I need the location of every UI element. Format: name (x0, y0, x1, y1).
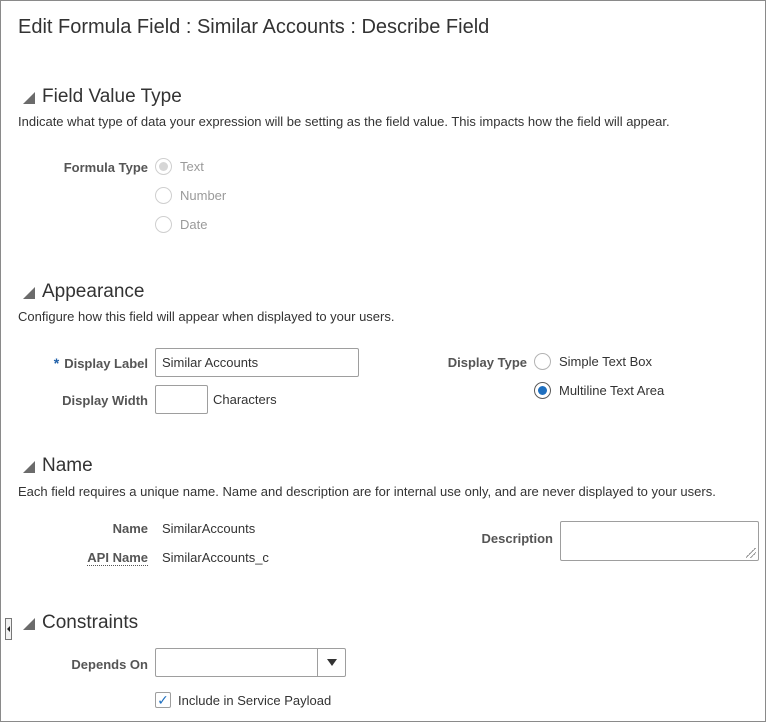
formula-type-option-text[interactable]: Text (155, 158, 204, 175)
radio-label-simple-text-box: Simple Text Box (559, 354, 652, 369)
radio-label-date: Date (180, 217, 208, 232)
section-header-appearance[interactable]: Appearance (23, 281, 144, 303)
radio-multiline-text-area[interactable] (534, 382, 551, 399)
section-description-appearance: Configure how this field will appear whe… (18, 309, 395, 324)
display-width-input[interactable] (155, 385, 208, 414)
collapse-triangle-icon[interactable] (23, 618, 35, 630)
radio-simple-text-box[interactable] (534, 353, 551, 370)
description-label: Description (481, 531, 553, 546)
depends-on-value (156, 649, 168, 676)
radio-label-multiline-text-area: Multiline Text Area (559, 383, 665, 398)
radio-label-text: Text (180, 159, 204, 174)
section-title-field-value-type: Field Value Type (42, 86, 182, 107)
resize-grip-icon[interactable] (746, 548, 756, 558)
required-indicator: * (53, 355, 60, 371)
checkmark-icon: ✓ (157, 692, 169, 708)
section-description-name: Each field requires a unique name. Name … (18, 484, 716, 499)
section-title-appearance: Appearance (42, 281, 145, 302)
display-width-unit: Characters (213, 392, 277, 407)
display-label-label: * Display Label (41, 355, 148, 371)
api-name-label: API Name (41, 550, 148, 566)
description-textarea[interactable] (560, 521, 759, 561)
api-name-label-text: API Name (87, 550, 148, 566)
display-type-label: Display Type (447, 355, 527, 370)
include-payload-checkbox-row[interactable]: ✓ Include in Service Payload (155, 692, 331, 708)
display-label-value: Similar Accounts (162, 355, 259, 370)
section-header-name[interactable]: Name (23, 455, 93, 477)
caret-down-icon (326, 659, 337, 666)
collapse-triangle-icon[interactable] (23, 461, 35, 473)
radio-number[interactable] (155, 187, 172, 204)
name-value: SimilarAccounts (162, 521, 256, 536)
section-header-constraints[interactable]: Constraints (23, 612, 138, 634)
side-panel-toggle[interactable] (5, 618, 12, 640)
depends-on-dropdown-button[interactable] (317, 649, 345, 676)
formula-type-option-number[interactable]: Number (155, 187, 226, 204)
display-label-text: Display Label (64, 356, 148, 371)
display-width-label: Display Width (62, 393, 148, 408)
section-description-field-value-type: Indicate what type of data your expressi… (18, 114, 670, 129)
depends-on-label: Depends On (71, 657, 148, 672)
radio-text[interactable] (155, 158, 172, 175)
radio-label-number: Number (180, 188, 227, 203)
include-payload-label: Include in Service Payload (178, 692, 332, 708)
name-label: Name (112, 521, 148, 536)
collapse-triangle-icon[interactable] (23, 287, 35, 299)
display-type-option-simple-text-box[interactable]: Simple Text Box (534, 353, 652, 370)
include-payload-checkbox[interactable]: ✓ (155, 692, 171, 708)
radio-date[interactable] (155, 216, 172, 233)
depends-on-select[interactable] (155, 648, 346, 677)
section-title-constraints: Constraints (42, 612, 139, 633)
section-header-field-value-type[interactable]: Field Value Type (23, 86, 182, 108)
formula-type-label: Formula Type (63, 160, 148, 175)
panel-collapse-icon (7, 626, 10, 632)
collapse-triangle-icon[interactable] (23, 92, 35, 104)
display-type-option-multiline-text-area[interactable]: Multiline Text Area (534, 382, 664, 399)
formula-type-option-date[interactable]: Date (155, 216, 207, 233)
page-title: Edit Formula Field : Similar Accounts : … (18, 16, 490, 38)
display-label-input[interactable]: Similar Accounts (155, 348, 359, 377)
api-name-value: SimilarAccounts_c (162, 550, 269, 565)
page-frame: Edit Formula Field : Similar Accounts : … (0, 0, 766, 722)
section-title-name: Name (42, 455, 93, 476)
